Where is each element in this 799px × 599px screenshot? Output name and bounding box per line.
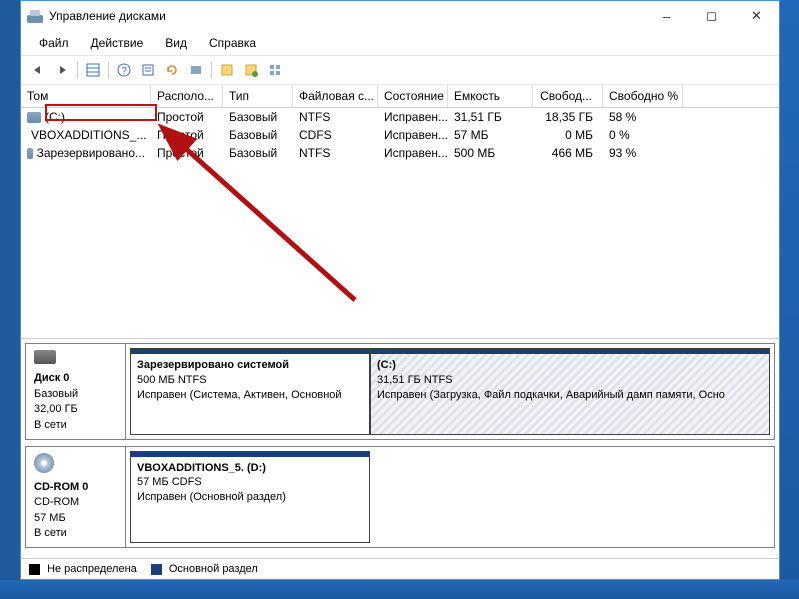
- col-status[interactable]: Состояние: [378, 85, 448, 107]
- cd-icon: [34, 453, 54, 473]
- col-fs[interactable]: Файловая с...: [293, 85, 378, 107]
- close-button[interactable]: ✕: [734, 1, 779, 31]
- grid-view-button[interactable]: [264, 59, 286, 81]
- volume-row[interactable]: VBOXADDITIONS_... Простой Базовый CDFS И…: [21, 126, 779, 144]
- app-icon: [27, 8, 43, 24]
- hdd-icon: [34, 350, 56, 364]
- partition-name: VBOXADDITIONS_5. (D:): [137, 462, 266, 474]
- col-free[interactable]: Свобод...: [533, 85, 603, 107]
- disk-row-disk0: Диск 0 Базовый 32,00 ГБ В сети Зарезерви…: [25, 343, 775, 440]
- disk-name: CD-ROM 0: [34, 481, 88, 493]
- volume-free: 0 МБ: [533, 126, 603, 144]
- disk-row-cdrom: CD-ROM 0 CD-ROM 57 МБ В сети VBOXADDITIO…: [25, 446, 775, 548]
- disk-icon: [27, 148, 33, 159]
- partition-system-reserved[interactable]: Зарезервировано системой 500 МБ NTFS Исп…: [130, 348, 370, 435]
- partition-cdrom[interactable]: VBOXADDITIONS_5. (D:) 57 МБ CDFS Исправе…: [130, 451, 370, 543]
- col-layout[interactable]: Располо...: [151, 85, 223, 107]
- volume-type: Базовый: [223, 144, 293, 162]
- menu-view[interactable]: Вид: [155, 33, 197, 53]
- refresh-button[interactable]: [161, 59, 183, 81]
- back-button[interactable]: [27, 59, 49, 81]
- volume-fs: NTFS: [293, 108, 378, 126]
- volume-capacity: 31,51 ГБ: [448, 108, 533, 126]
- volume-status: Исправен...: [378, 144, 448, 162]
- volume-status: Исправен...: [378, 108, 448, 126]
- maximize-button[interactable]: ◻: [689, 1, 734, 31]
- volume-name: Зарезервировано...: [37, 146, 145, 160]
- properties-button[interactable]: [137, 59, 159, 81]
- menubar: Файл Действие Вид Справка: [21, 31, 779, 55]
- volume-row[interactable]: (C:) Простой Базовый NTFS Исправен... 31…: [21, 108, 779, 126]
- volume-list-header: Том Располо... Тип Файловая с... Состоян…: [21, 85, 779, 108]
- volume-status: Исправен...: [378, 126, 448, 144]
- toolbar: ?: [21, 55, 779, 85]
- menu-action[interactable]: Действие: [81, 33, 154, 53]
- volume-layout: Простой: [151, 108, 223, 126]
- minimize-button[interactable]: ‒: [644, 1, 689, 31]
- legend-primary: Основной раздел: [151, 563, 258, 575]
- list-view-button[interactable]: [216, 59, 238, 81]
- disk-label[interactable]: CD-ROM 0 CD-ROM 57 МБ В сети: [26, 447, 126, 547]
- partition-name: (C:): [377, 359, 396, 371]
- disk-status: В сети: [34, 527, 67, 539]
- partition-c[interactable]: (C:) 31,51 ГБ NTFS Исправен (Загрузка, Ф…: [370, 348, 770, 435]
- col-volume[interactable]: Том: [21, 85, 151, 107]
- menu-file[interactable]: Файл: [29, 33, 79, 53]
- window-title: Управление дисками: [49, 9, 166, 23]
- forward-button[interactable]: [51, 59, 73, 81]
- partition-status: Исправен (Загрузка, Файл подкачки, Авари…: [377, 389, 725, 401]
- volume-layout: Простой: [151, 126, 223, 144]
- volume-freepct: 93 %: [603, 144, 683, 162]
- disk-management-window: Управление дисками ‒ ◻ ✕ Файл Действие В…: [20, 0, 780, 580]
- volume-fs: CDFS: [293, 126, 378, 144]
- disk-label[interactable]: Диск 0 Базовый 32,00 ГБ В сети: [26, 344, 126, 439]
- disk-icon: [27, 112, 41, 123]
- graphical-view-pane: Диск 0 Базовый 32,00 ГБ В сети Зарезерви…: [21, 339, 779, 558]
- partition-info: 57 МБ CDFS: [137, 476, 202, 488]
- volume-freepct: 0 %: [603, 126, 683, 144]
- disk-size: 57 МБ: [34, 512, 66, 524]
- views-button[interactable]: [82, 59, 104, 81]
- col-freepct[interactable]: Свободно %: [603, 85, 683, 107]
- svg-text:?: ?: [121, 66, 127, 77]
- volume-row[interactable]: Зарезервировано... Простой Базовый NTFS …: [21, 144, 779, 162]
- partition-name: Зарезервировано системой: [137, 359, 289, 371]
- titlebar[interactable]: Управление дисками ‒ ◻ ✕: [21, 1, 779, 31]
- col-capacity[interactable]: Емкость: [448, 85, 533, 107]
- help-button[interactable]: ?: [113, 59, 135, 81]
- volume-capacity: 500 МБ: [448, 144, 533, 162]
- legend-bar: Не распределена Основной раздел: [21, 558, 779, 579]
- partition-status: Исправен (Система, Активен, Основной: [137, 389, 342, 401]
- settings-button[interactable]: [185, 59, 207, 81]
- volume-name: VBOXADDITIONS_...: [31, 128, 146, 142]
- disk-type: Базовый: [34, 388, 78, 400]
- volume-list-body: (C:) Простой Базовый NTFS Исправен... 31…: [21, 108, 779, 338]
- legend-unallocated: Не распределена: [29, 563, 137, 575]
- partition-status: Исправен (Основной раздел): [137, 491, 286, 503]
- col-type[interactable]: Тип: [223, 85, 293, 107]
- disk-name: Диск 0: [34, 372, 69, 384]
- disk-status: В сети: [34, 419, 67, 431]
- volume-type: Базовый: [223, 108, 293, 126]
- detail-view-button[interactable]: [240, 59, 262, 81]
- disk-type: CD-ROM: [34, 496, 79, 508]
- volume-name: (C:): [45, 110, 65, 124]
- menu-help[interactable]: Справка: [199, 33, 266, 53]
- disk-size: 32,00 ГБ: [34, 403, 78, 415]
- volume-free: 466 МБ: [533, 144, 603, 162]
- volume-freepct: 58 %: [603, 108, 683, 126]
- volume-capacity: 57 МБ: [448, 126, 533, 144]
- volume-free: 18,35 ГБ: [533, 108, 603, 126]
- volume-type: Базовый: [223, 126, 293, 144]
- legend-swatch-blue: [151, 564, 162, 575]
- partition-info: 500 МБ NTFS: [137, 374, 207, 386]
- legend-swatch-black: [29, 564, 40, 575]
- partition-info: 31,51 ГБ NTFS: [377, 374, 453, 386]
- volume-list-pane: Том Располо... Тип Файловая с... Состоян…: [21, 85, 779, 339]
- volume-layout: Простой: [151, 144, 223, 162]
- volume-fs: NTFS: [293, 144, 378, 162]
